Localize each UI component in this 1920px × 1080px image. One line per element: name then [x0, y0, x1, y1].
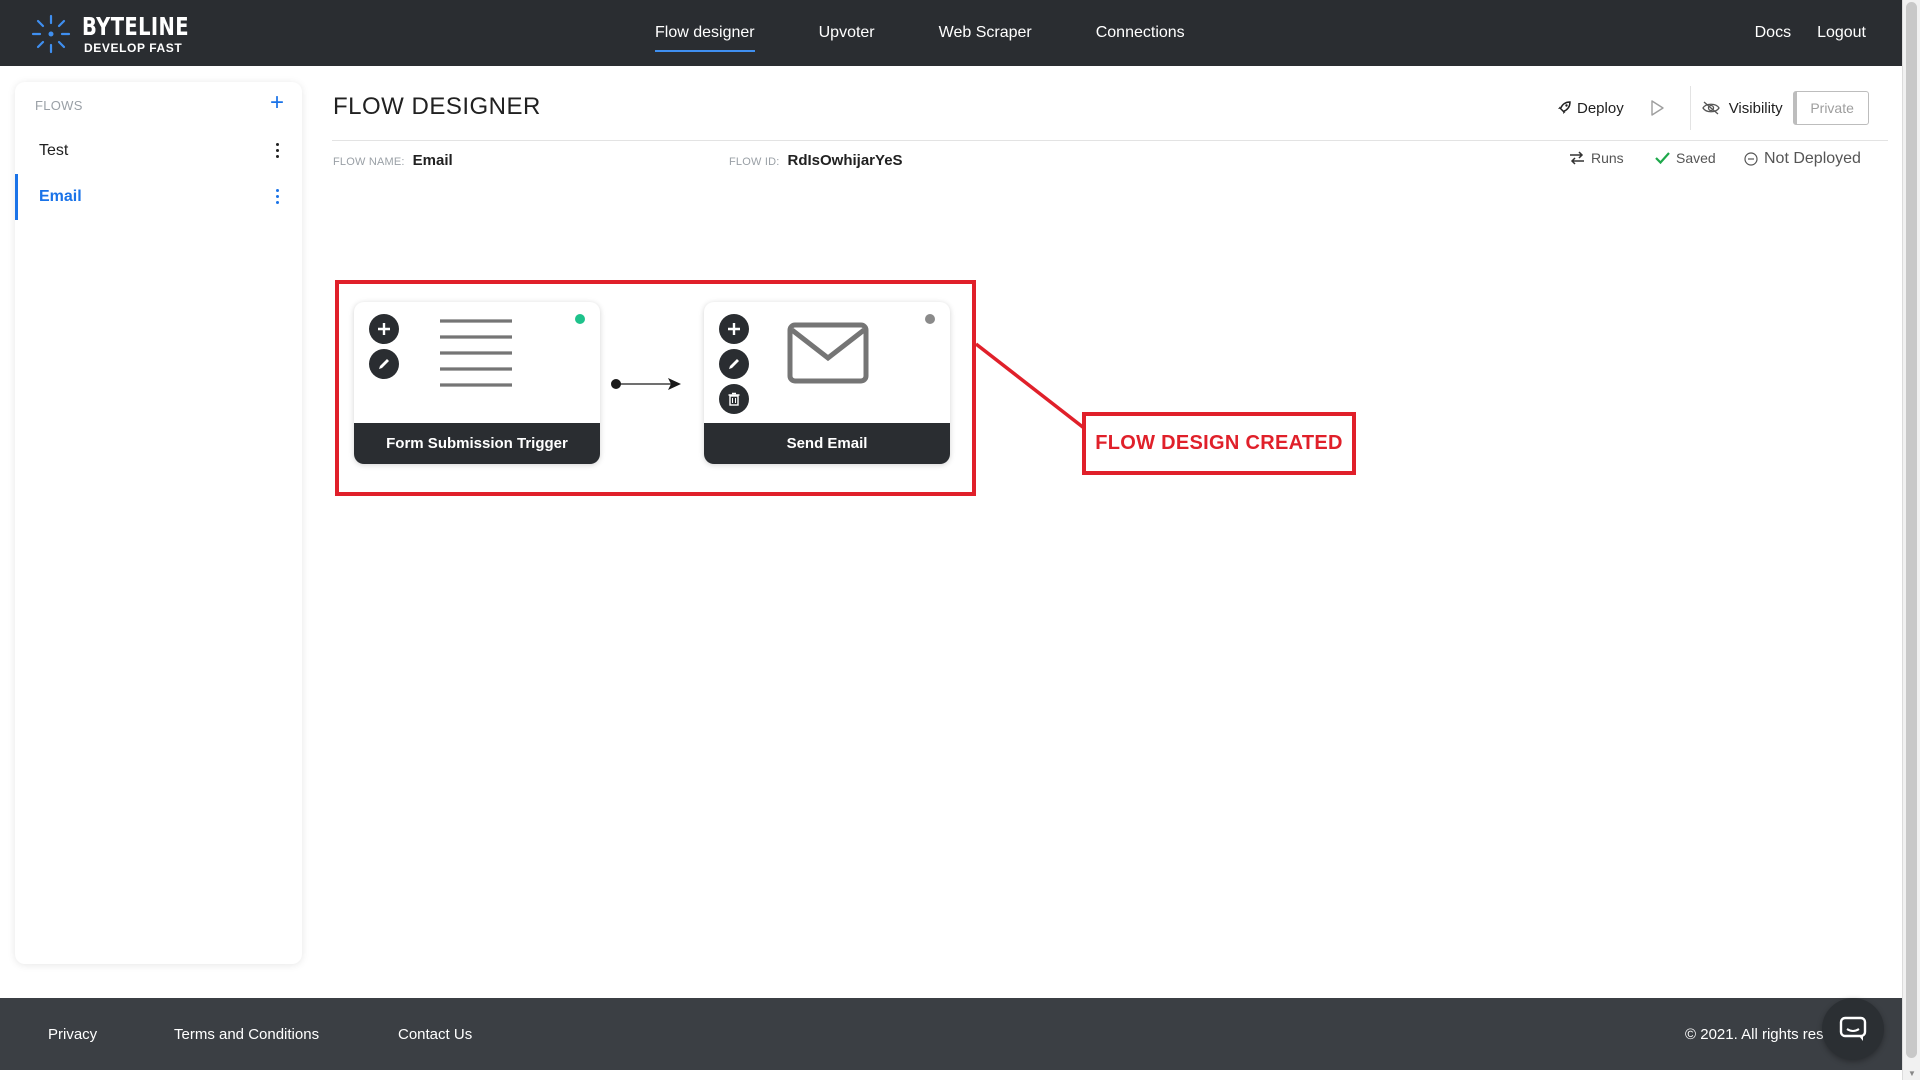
header-actions: Deploy Visibility Private — [1556, 86, 1869, 130]
edit-step-button[interactable] — [719, 349, 749, 379]
chat-bubble-icon — [1839, 1016, 1867, 1041]
brand-tagline: DEVELOP FAST — [84, 41, 183, 55]
list-lines-icon — [440, 319, 512, 387]
pencil-icon — [729, 359, 739, 369]
contact-link[interactable]: Contact Us — [398, 1026, 472, 1043]
main-nav: Flow designer Upvoter Web Scraper Connec… — [655, 0, 1249, 66]
runs-label: Runs — [1591, 150, 1624, 166]
add-step-button[interactable] — [719, 314, 749, 344]
top-navbar: BYTELINE DEVELOP FAST Flow designer Upvo… — [0, 0, 1902, 66]
flow-name-label: FLOW NAME: — [333, 156, 405, 168]
minus-circle-icon — [1744, 152, 1758, 166]
nav-right: Docs Logout — [1729, 0, 1866, 66]
deploy-status: Not Deployed — [1744, 150, 1861, 168]
node-label: Form Submission Trigger — [354, 423, 600, 464]
visibility-label: Visibility — [1728, 99, 1783, 117]
eye-slash-icon — [1701, 101, 1720, 115]
private-button[interactable]: Private — [1792, 91, 1869, 125]
privacy-link[interactable]: Privacy — [48, 1026, 97, 1043]
node-status-dot — [575, 314, 585, 324]
sidebar-item-test[interactable]: Test — [15, 128, 302, 174]
footer: Privacy Terms and Conditions Contact Us … — [0, 998, 1902, 1070]
flow-name: FLOW NAME: Email — [333, 152, 453, 169]
nav-docs[interactable]: Docs — [1755, 24, 1791, 42]
terms-link[interactable]: Terms and Conditions — [174, 1026, 319, 1043]
vertical-scrollbar[interactable]: ▼ — [1902, 0, 1920, 1080]
deploy-label: Deploy — [1577, 99, 1624, 117]
kebab-menu-icon[interactable] — [276, 189, 280, 206]
nav-connections[interactable]: Connections — [1096, 0, 1185, 66]
flow-id-value: RdIsOwhijarYeS — [787, 152, 903, 169]
flow-connector-arrow — [611, 378, 681, 390]
nav-web-scraper[interactable]: Web Scraper — [939, 0, 1032, 66]
add-flow-button[interactable]: + — [270, 91, 284, 115]
annotation-pointer-line — [974, 342, 1086, 430]
pencil-icon — [379, 359, 389, 369]
add-step-button[interactable] — [369, 314, 399, 344]
flows-heading: FLOWS — [35, 98, 83, 113]
copyright-text: © 2021. All rights rese — [1685, 1026, 1832, 1043]
brand-name: BYTELINE — [82, 12, 189, 41]
saved-status: Saved — [1655, 150, 1716, 166]
envelope-icon — [787, 322, 869, 384]
plus-icon — [728, 323, 740, 335]
runs-link[interactable]: Runs — [1569, 150, 1624, 166]
node-status-dot — [925, 314, 935, 324]
header-divider-line — [332, 140, 1888, 141]
trash-icon — [728, 392, 740, 406]
deploy-button[interactable]: Deploy — [1556, 100, 1624, 117]
play-icon[interactable] — [1648, 99, 1666, 117]
visibility-toggle[interactable]: Visibility — [1701, 100, 1783, 117]
flow-node-send-email[interactable]: Send Email — [704, 302, 950, 464]
flow-node-form-trigger[interactable]: Form Submission Trigger — [354, 302, 600, 464]
flow-id: FLOW ID: RdIsOwhijarYeS — [729, 152, 903, 169]
logo-icon — [31, 14, 71, 54]
nav-upvoter[interactable]: Upvoter — [819, 0, 875, 66]
kebab-menu-icon[interactable] — [276, 143, 280, 160]
plus-icon — [378, 323, 390, 335]
header-divider — [1689, 86, 1691, 130]
annotation-callout: FLOW DESIGN CREATED — [1082, 412, 1356, 475]
rocket-icon — [1558, 101, 1571, 114]
sidebar-item-label: Test — [39, 142, 69, 159]
nav-flow-designer[interactable]: Flow designer — [655, 0, 755, 66]
deploy-status-label: Not Deployed — [1764, 150, 1861, 167]
nav-logout[interactable]: Logout — [1817, 24, 1866, 42]
exchange-icon — [1570, 151, 1584, 165]
byteline-logo[interactable]: BYTELINE DEVELOP FAST — [30, 12, 219, 56]
flow-name-value: Email — [412, 152, 453, 169]
sidebar-item-email[interactable]: Email — [15, 174, 302, 220]
check-icon — [1655, 152, 1670, 165]
page-title: FLOW DESIGNER — [333, 93, 541, 120]
sidebar-item-label: Email — [39, 188, 82, 205]
delete-step-button[interactable] — [719, 384, 749, 414]
flow-id-label: FLOW ID: — [729, 156, 780, 168]
saved-label: Saved — [1676, 150, 1716, 166]
scrollbar-thumb[interactable] — [1906, 2, 1917, 1058]
edit-step-button[interactable] — [369, 349, 399, 379]
scroll-down-arrow-icon[interactable]: ▼ — [1908, 1069, 1916, 1078]
chat-widget-button[interactable] — [1822, 998, 1884, 1060]
flows-sidebar: FLOWS + Test Email — [15, 82, 302, 964]
node-label: Send Email — [704, 423, 950, 464]
